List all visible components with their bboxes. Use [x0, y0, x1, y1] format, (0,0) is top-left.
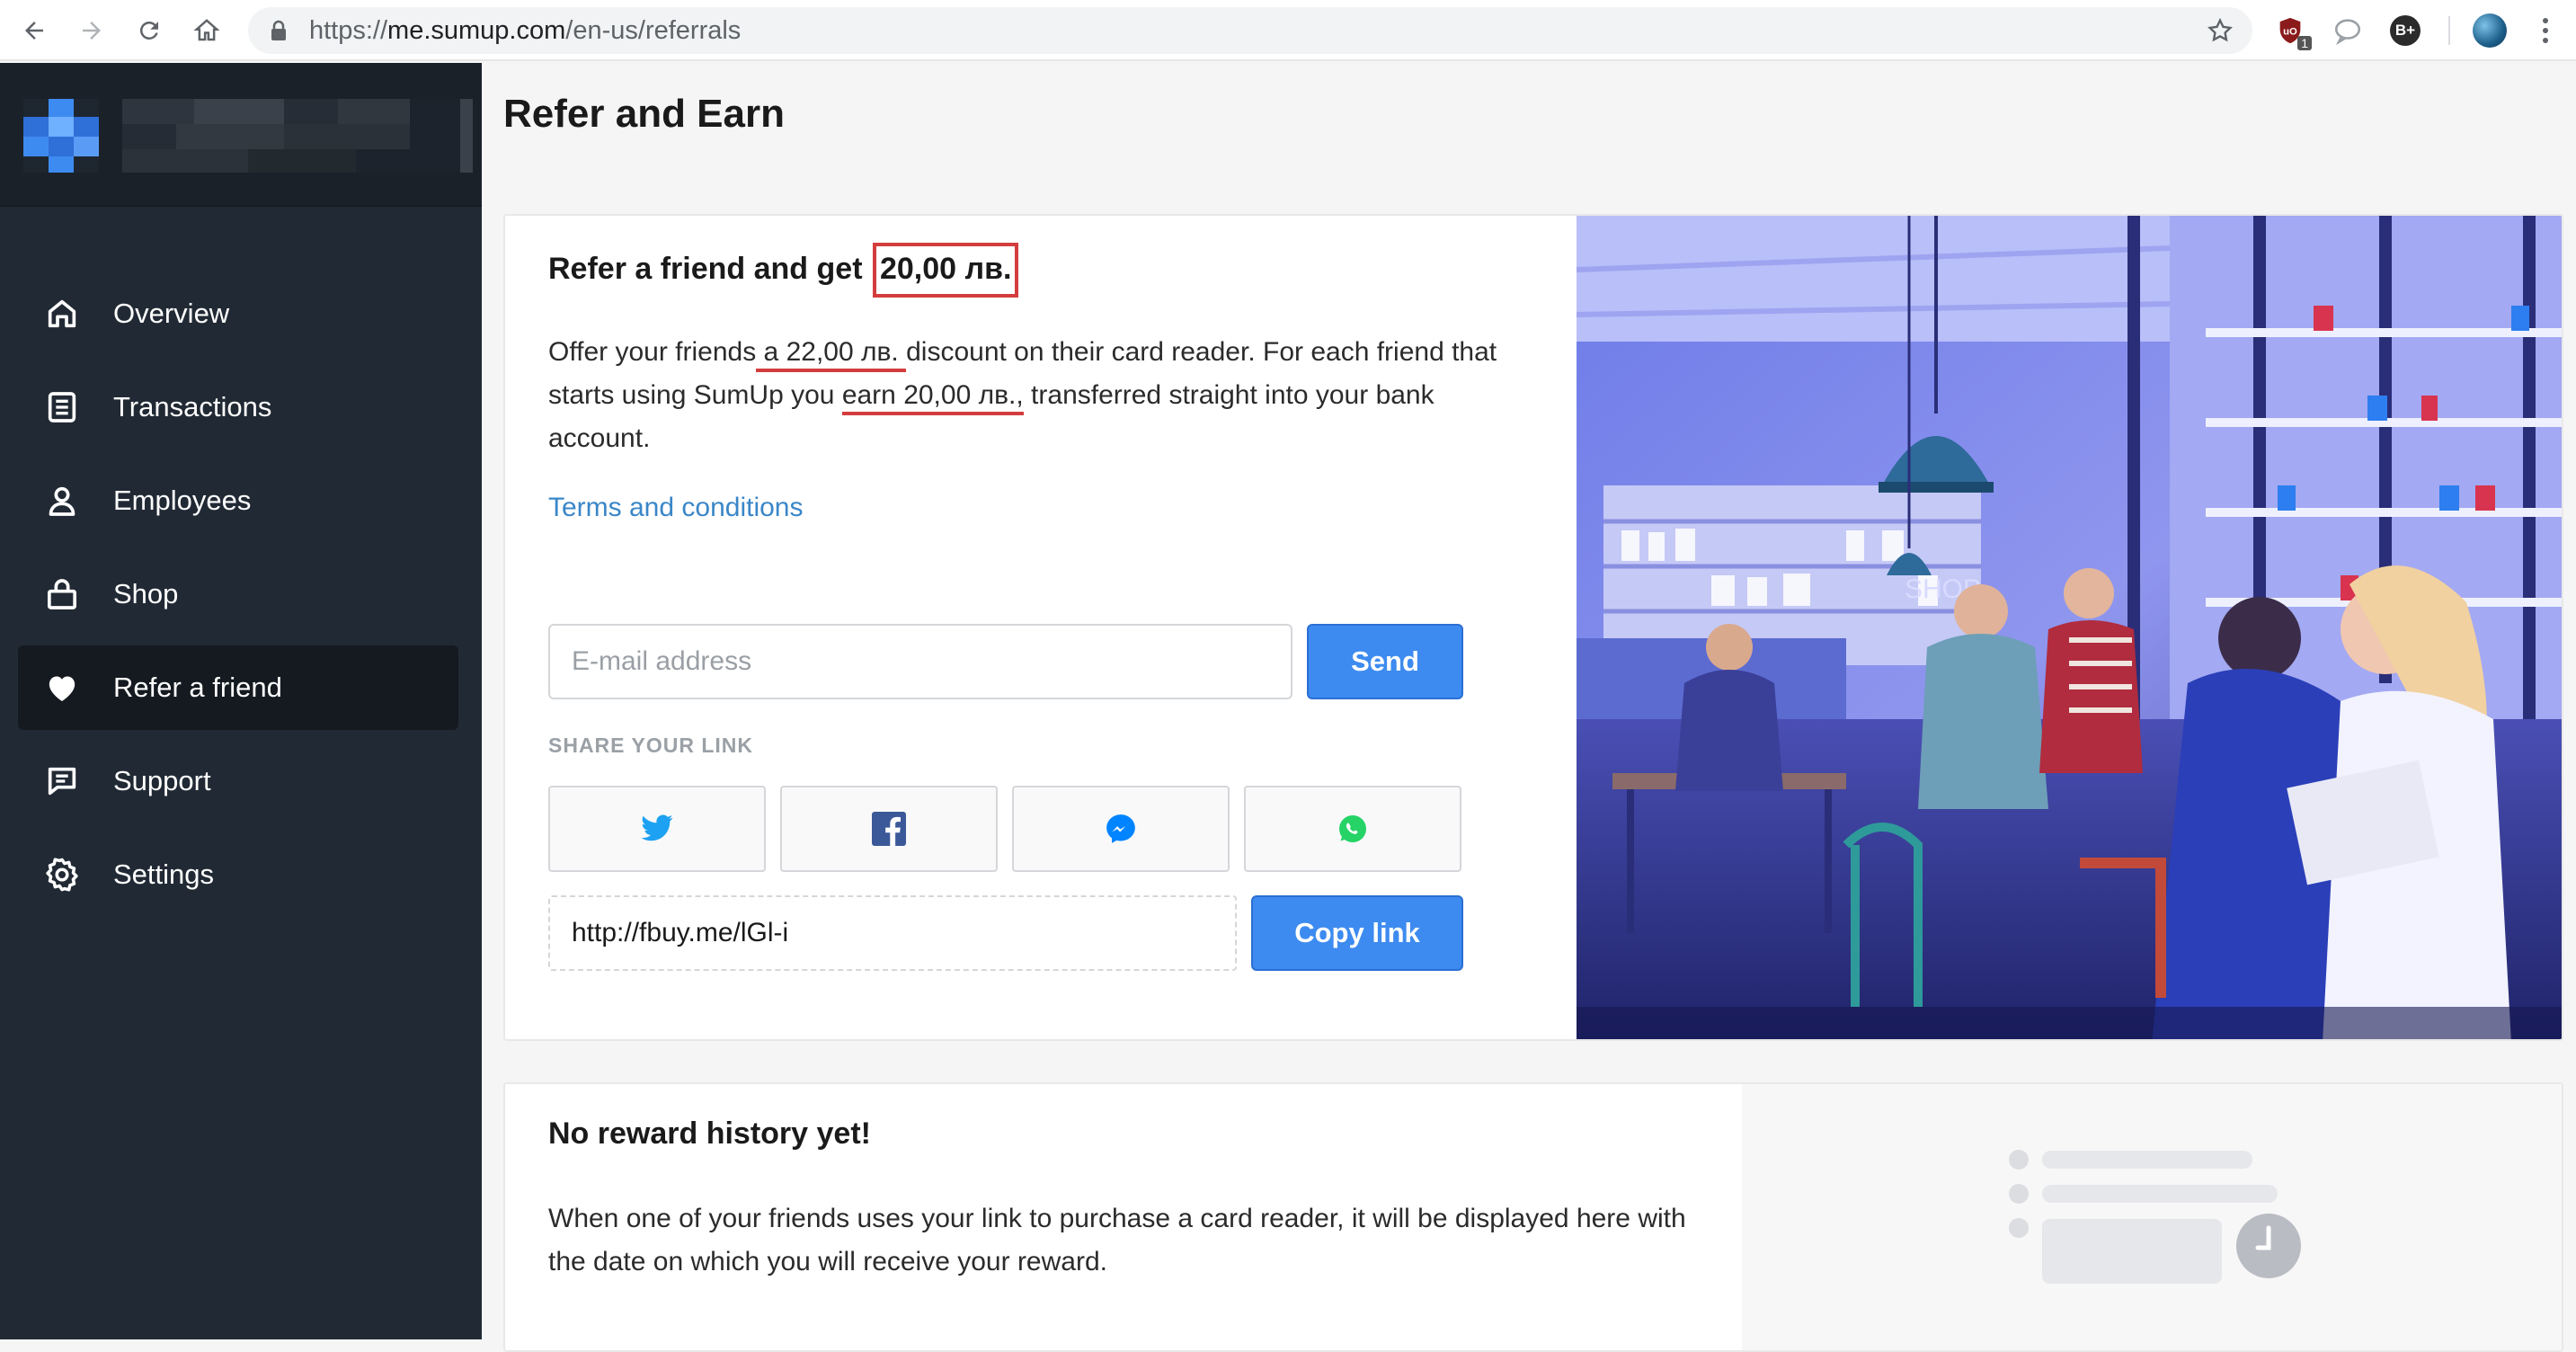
highlighted-reward-amount: 20,00 лв. [872, 243, 1019, 298]
home-icon [41, 293, 83, 334]
referral-description: Offer your friends a 22,00 лв. discount … [548, 337, 1497, 453]
gear-icon [41, 854, 83, 895]
extension-icon[interactable]: B+ [2387, 13, 2423, 49]
sidebar-item-label: Settings [113, 858, 215, 890]
sidebar-item-refer-a-friend[interactable]: Refer a friend [18, 645, 458, 730]
sidebar-item-transactions[interactable]: Transactions [18, 365, 458, 449]
svg-text:uO: uO [2283, 26, 2297, 37]
home-icon[interactable] [189, 13, 225, 49]
facebook-icon [872, 812, 906, 846]
back-icon[interactable] [16, 13, 52, 49]
url-text: https://me.sumup.com/en-us/referrals [309, 16, 742, 45]
reward-history-card: No reward history yet! When one of your … [503, 1082, 2563, 1352]
reward-history-title: No reward history yet! [548, 1116, 871, 1151]
reward-history-text: When one of your friends uses your link … [548, 1204, 1686, 1276]
browser-toolbar: https://me.sumup.com/en-us/referrals uO … [0, 0, 2576, 61]
user-icon [41, 480, 83, 521]
chat-icon[interactable] [2330, 13, 2366, 49]
sidebar-item-label: Overview [113, 298, 230, 329]
sidebar-item-label: Transactions [113, 391, 272, 422]
address-bar[interactable]: https://me.sumup.com/en-us/referrals [248, 7, 2252, 54]
profile-avatar[interactable] [2472, 13, 2508, 49]
sidebar-item-shop[interactable]: Shop [18, 552, 458, 636]
extension-badge: 1 [2297, 36, 2312, 50]
send-button[interactable]: Send [1307, 624, 1463, 699]
sidebar-item-label: Refer a friend [113, 672, 282, 703]
page-title: Refer and Earn [503, 92, 785, 136]
merchant-logo [23, 99, 99, 173]
messenger-icon [1106, 814, 1135, 843]
referral-card: Refer a friend and get 20,00 лв. Offer y… [503, 214, 2563, 1041]
forward-icon[interactable] [74, 13, 110, 49]
share-twitter-button[interactable] [548, 786, 766, 872]
share-whatsapp-button[interactable] [1244, 786, 1461, 872]
bag-icon [41, 574, 83, 615]
share-facebook-button[interactable] [780, 786, 998, 872]
sidebar-item-support[interactable]: Support [18, 739, 458, 823]
empty-state-illustration [1742, 1084, 2562, 1350]
copy-link-button[interactable]: Copy link [1251, 895, 1463, 971]
discount-amount: a 22,00 лв. [756, 337, 907, 372]
sidebar-item-overview[interactable]: Overview [18, 271, 458, 356]
terms-link[interactable]: Terms and conditions [548, 493, 803, 523]
twitter-icon [641, 814, 673, 841]
whatsapp-icon [1339, 815, 1366, 842]
sidebar-item-employees[interactable]: Employees [18, 458, 458, 543]
share-messenger-button[interactable] [1012, 786, 1230, 872]
email-input[interactable] [548, 624, 1292, 699]
sidebar-item-settings[interactable]: Settings [18, 832, 458, 917]
cafe-photo: SHOP [1577, 216, 2562, 1039]
star-icon[interactable] [2206, 16, 2234, 49]
toolbar-divider [2448, 16, 2450, 45]
menu-icon[interactable] [2527, 13, 2563, 49]
sidebar-item-label: Employees [113, 485, 252, 516]
document-icon [41, 387, 83, 428]
heart-icon [41, 667, 83, 708]
referral-headline: Refer a friend and get 20,00 лв. [548, 243, 1019, 298]
sidebar-item-label: Shop [113, 578, 179, 609]
earn-amount: earn 20,00 лв., [841, 380, 1024, 415]
merchant-name-redacted [122, 99, 473, 173]
reload-icon[interactable] [131, 13, 167, 49]
sidebar: Overview Transactions Employees Shop Ref… [0, 63, 482, 1339]
merchant-header [0, 63, 482, 207]
message-icon [41, 760, 83, 802]
sidebar-item-label: Support [113, 765, 211, 796]
ublock-icon[interactable]: uO 1 [2272, 13, 2312, 50]
share-label: SHARE YOUR LINK [548, 734, 753, 757]
share-link-field[interactable]: http://fbuy.me/lGl-i [548, 895, 1237, 971]
lock-icon [270, 20, 288, 46]
